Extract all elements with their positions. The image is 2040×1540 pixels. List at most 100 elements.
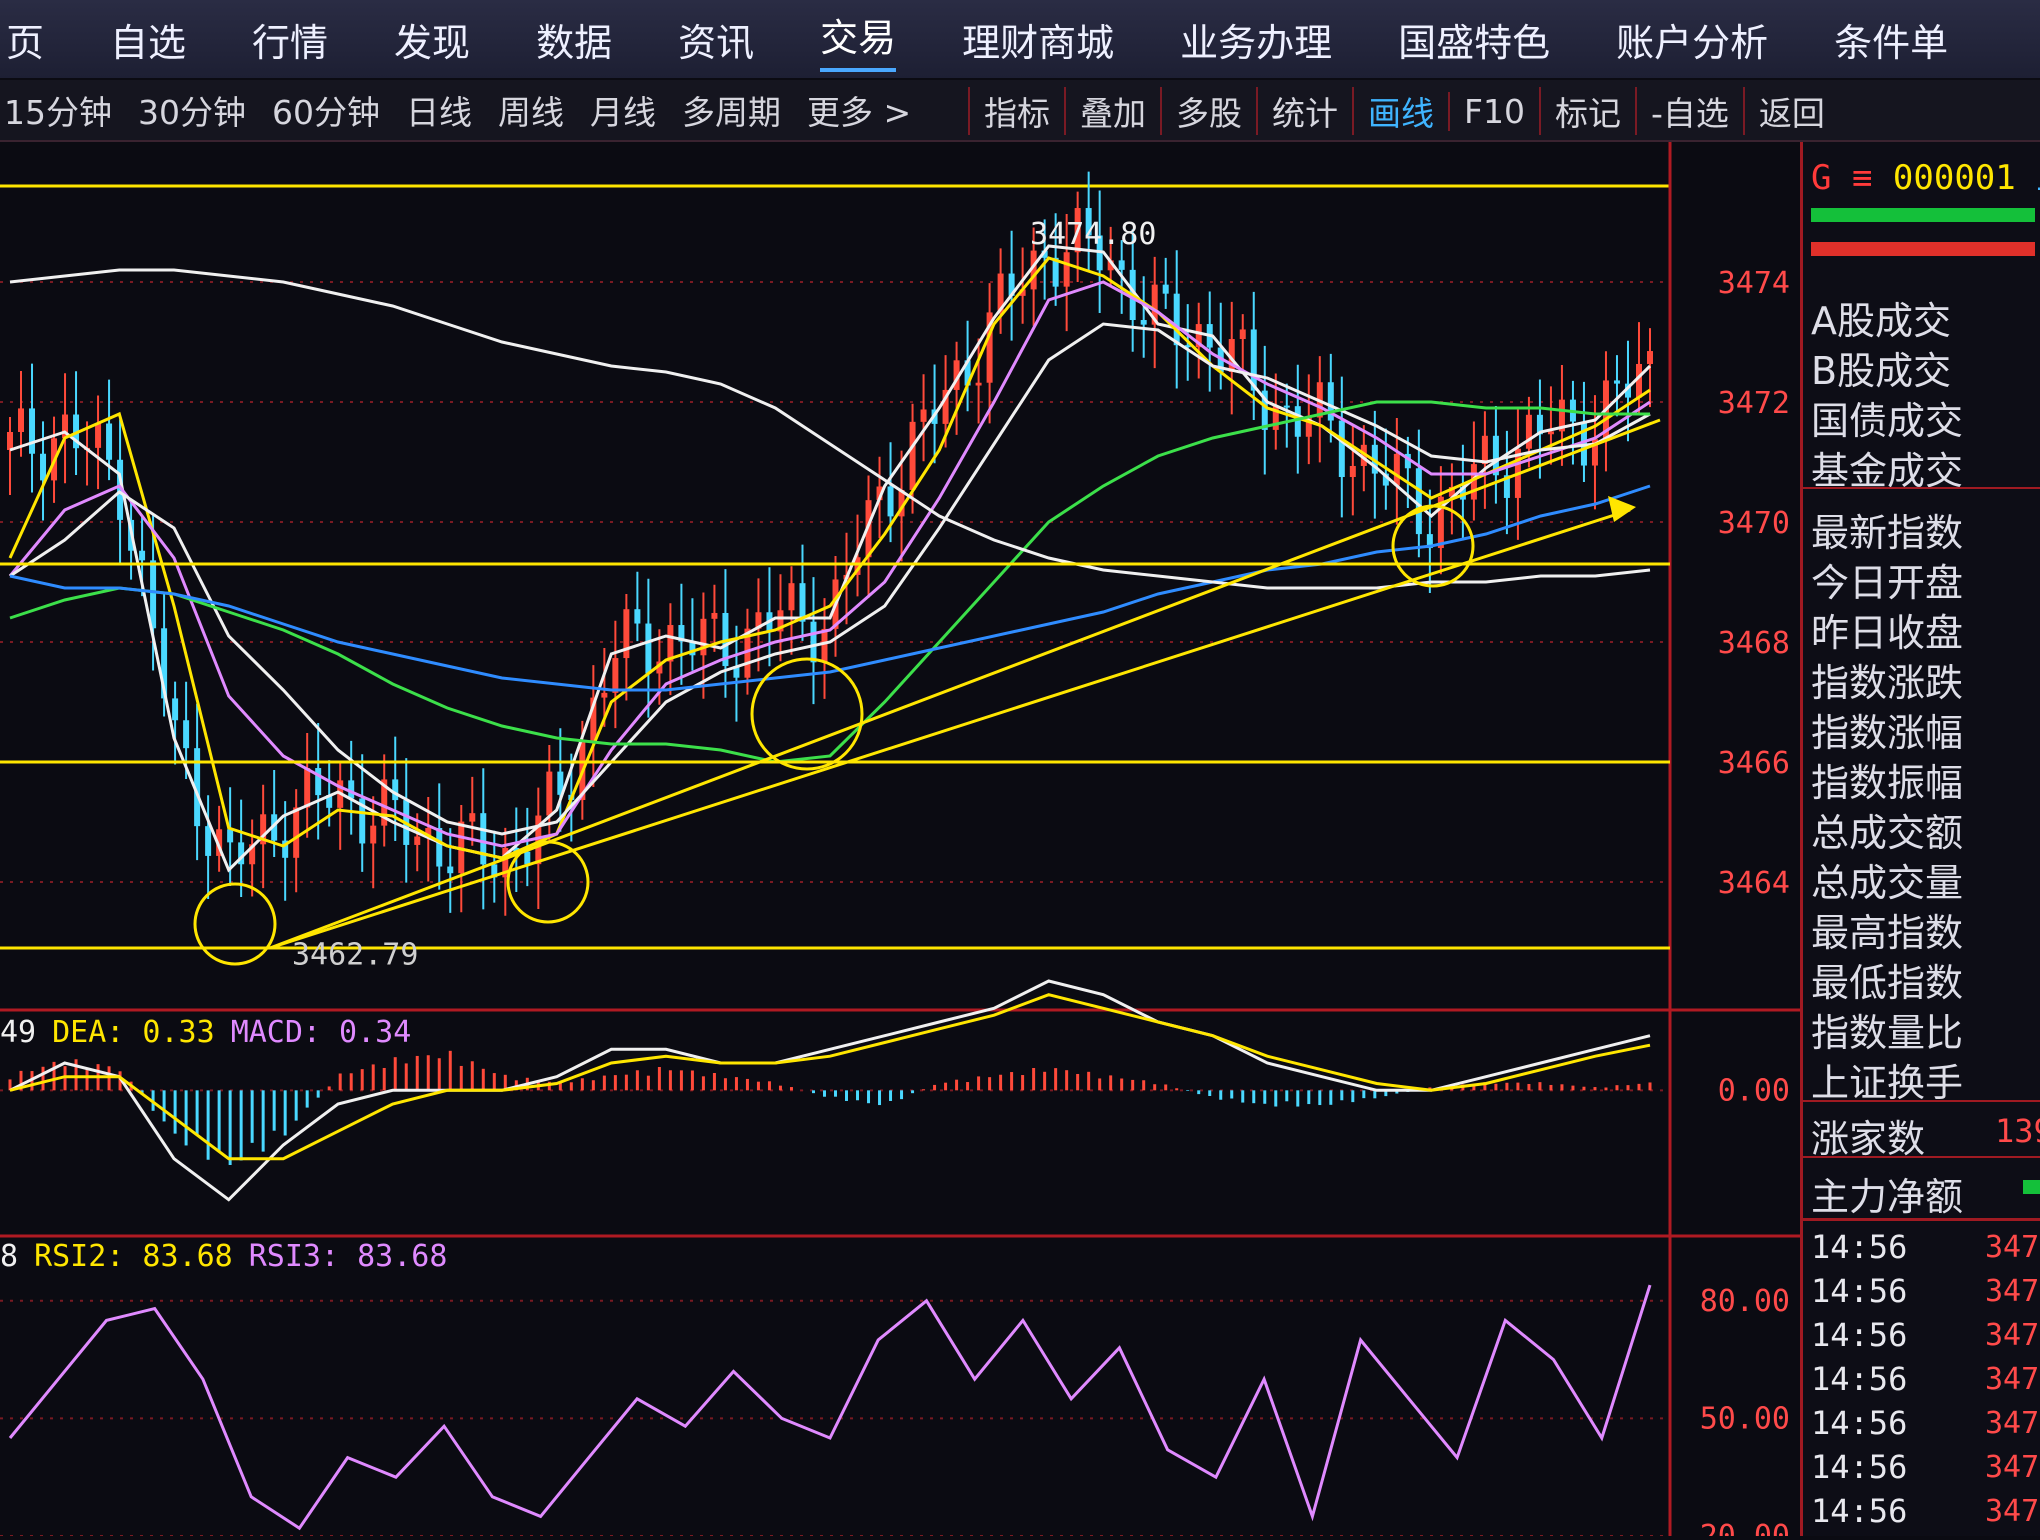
tick-value: 347 — [1985, 1406, 2040, 1441]
candle-body — [227, 829, 234, 843]
nav-item-10[interactable]: 账户分析 — [1616, 12, 1768, 67]
nav-item-2[interactable]: 行情 — [252, 12, 328, 67]
tool-item-7[interactable]: -自选 — [1634, 87, 1743, 135]
candle-body — [887, 486, 894, 517]
nav-item-6[interactable]: 交易 — [820, 7, 897, 72]
candle-body — [414, 836, 421, 845]
candle-body — [29, 408, 36, 454]
candle-body — [1063, 252, 1070, 287]
tool-item-6[interactable]: 标记 — [1538, 87, 1635, 135]
candle-body — [975, 382, 982, 386]
tool-item-2[interactable]: 多股 — [1160, 87, 1256, 135]
candle-body — [469, 813, 476, 822]
period-item-6[interactable]: 多周期 — [682, 86, 781, 134]
nav-item-3[interactable]: 发现 — [394, 12, 470, 67]
candle-body — [447, 866, 454, 874]
panel-divider — [1803, 487, 2040, 489]
period-item-4[interactable]: 周线 — [498, 86, 564, 134]
info-label-8: 指数涨幅 — [1811, 711, 1964, 755]
net-flow-row: 主力净额 — [1803, 1156, 2040, 1221]
tool-item-5[interactable]: F10 — [1448, 91, 1539, 131]
candle-body — [1393, 453, 1400, 486]
nav-item-8[interactable]: 业务办理 — [1180, 12, 1332, 67]
up-count-label: 涨家数 — [1811, 1117, 1926, 1161]
info-label-10: 总成交额 — [1811, 811, 1964, 855]
chart-svg: 3464 3466 3468 3470 3472 3474 3474.80 3462.79 49… — [0, 142, 1800, 1540]
tool-item-3[interactable]: 统计 — [1256, 87, 1352, 135]
nav-item-7[interactable]: 理财商城 — [962, 12, 1114, 67]
period-item-3[interactable]: 日线 — [406, 86, 472, 134]
macd-tick-label: 0.00 — [1718, 1073, 1790, 1108]
candle-body — [205, 826, 212, 856]
rsi-tick-label: 80.00 — [1700, 1284, 1790, 1319]
candle-body — [601, 692, 608, 698]
price-tick-label: 3464 — [1718, 866, 1790, 901]
info-label-4: 最新指数 — [1811, 511, 1964, 555]
candle-body — [304, 768, 311, 808]
period-item-0[interactable]: 15分钟 — [4, 86, 112, 134]
top-nav: 页 自选 行情 发现 数据 资讯 交易 理财商城 业务办理 国盛特色 账户分析 条件单 — [0, 0, 2040, 78]
info-label-11: 总成交量 — [1811, 861, 1964, 905]
period-item-2[interactable]: 60分钟 — [272, 86, 380, 134]
period-item-1[interactable]: 30分钟 — [138, 86, 246, 134]
macd-legend-item: 49 — [0, 1015, 36, 1050]
candle-body — [788, 583, 795, 611]
info-label-1: B股成交 — [1811, 349, 1952, 393]
tick-time: 14:56 — [1811, 1228, 1908, 1266]
nav-item-11[interactable]: 条件单 — [1834, 12, 1948, 67]
nav-item-0[interactable]: 页 — [6, 12, 44, 67]
security-code-row[interactable]: G ≡ 000001 上 — [1811, 150, 2040, 199]
candle-body — [183, 720, 190, 749]
price-tick-label: 3470 — [1718, 506, 1790, 541]
tick-value: 347 — [1985, 1230, 2040, 1265]
tick-value: 347 — [1985, 1318, 2040, 1353]
info-label-7: 指数涨跌 — [1811, 661, 1964, 705]
candle-body — [667, 625, 674, 662]
macd-legend-item: DEA: 0.33 — [52, 1015, 215, 1050]
rsi-tick-label: 20.00 — [1700, 1519, 1790, 1536]
tick-value: 347 — [1985, 1494, 2040, 1529]
info-label-2: 国债成交 — [1811, 399, 1964, 443]
code-suffix: 上 — [2036, 158, 2040, 198]
net-flow-bar — [2023, 1180, 2040, 1194]
tool-item-1[interactable]: 叠加 — [1064, 87, 1160, 135]
tick-value: 347 — [1985, 1362, 2040, 1397]
nav-item-5[interactable]: 资讯 — [678, 12, 754, 67]
period-item-7[interactable]: 更多 > — [807, 86, 911, 134]
macd-legend-item: MACD: 0.34 — [231, 1015, 412, 1050]
candle-body — [1118, 260, 1125, 270]
tool-item-8[interactable]: 返回 — [1742, 87, 1839, 135]
info-label-12: 最高指数 — [1811, 911, 1964, 955]
info-label-5: 今日开盘 — [1811, 561, 1964, 605]
tick-time: 14:56 — [1811, 1448, 1908, 1486]
nav-item-9[interactable]: 国盛特色 — [1398, 12, 1550, 67]
candle-body — [150, 560, 157, 629]
candle-body — [1547, 431, 1554, 435]
chart-background — [0, 142, 1800, 1536]
candle-body — [106, 423, 113, 460]
tool-item-0[interactable]: 指标 — [968, 87, 1064, 135]
candle-body — [1415, 468, 1422, 535]
candle-body — [1283, 405, 1290, 408]
tool-item-4[interactable]: 画线 — [1352, 87, 1448, 135]
candle-body — [1162, 284, 1169, 294]
candle-body — [480, 813, 487, 865]
candle-body — [1613, 380, 1620, 384]
chart-area: 3464 3466 3468 3470 3472 3474 3474.80 3462.79 49… — [0, 142, 1800, 1540]
candle-body — [1525, 414, 1532, 449]
candle-body — [1173, 293, 1180, 346]
price-tick-label: 3466 — [1718, 746, 1790, 781]
period-item-5[interactable]: 月线 — [590, 86, 656, 134]
high-annotation: 3474.80 — [1030, 217, 1156, 252]
nav-item-4[interactable]: 数据 — [536, 12, 612, 67]
candle-body — [909, 421, 916, 490]
candle-body — [524, 851, 531, 865]
nav-item-1[interactable]: 自选 — [110, 12, 186, 67]
candle-body — [1481, 435, 1488, 465]
tick-time: 14:56 — [1811, 1272, 1908, 1310]
candle-body — [1239, 329, 1246, 340]
candle-body — [40, 453, 47, 481]
candle-body — [612, 658, 619, 693]
rsi-legend-item: 8 — [0, 1239, 18, 1274]
candle-body — [1647, 351, 1653, 364]
